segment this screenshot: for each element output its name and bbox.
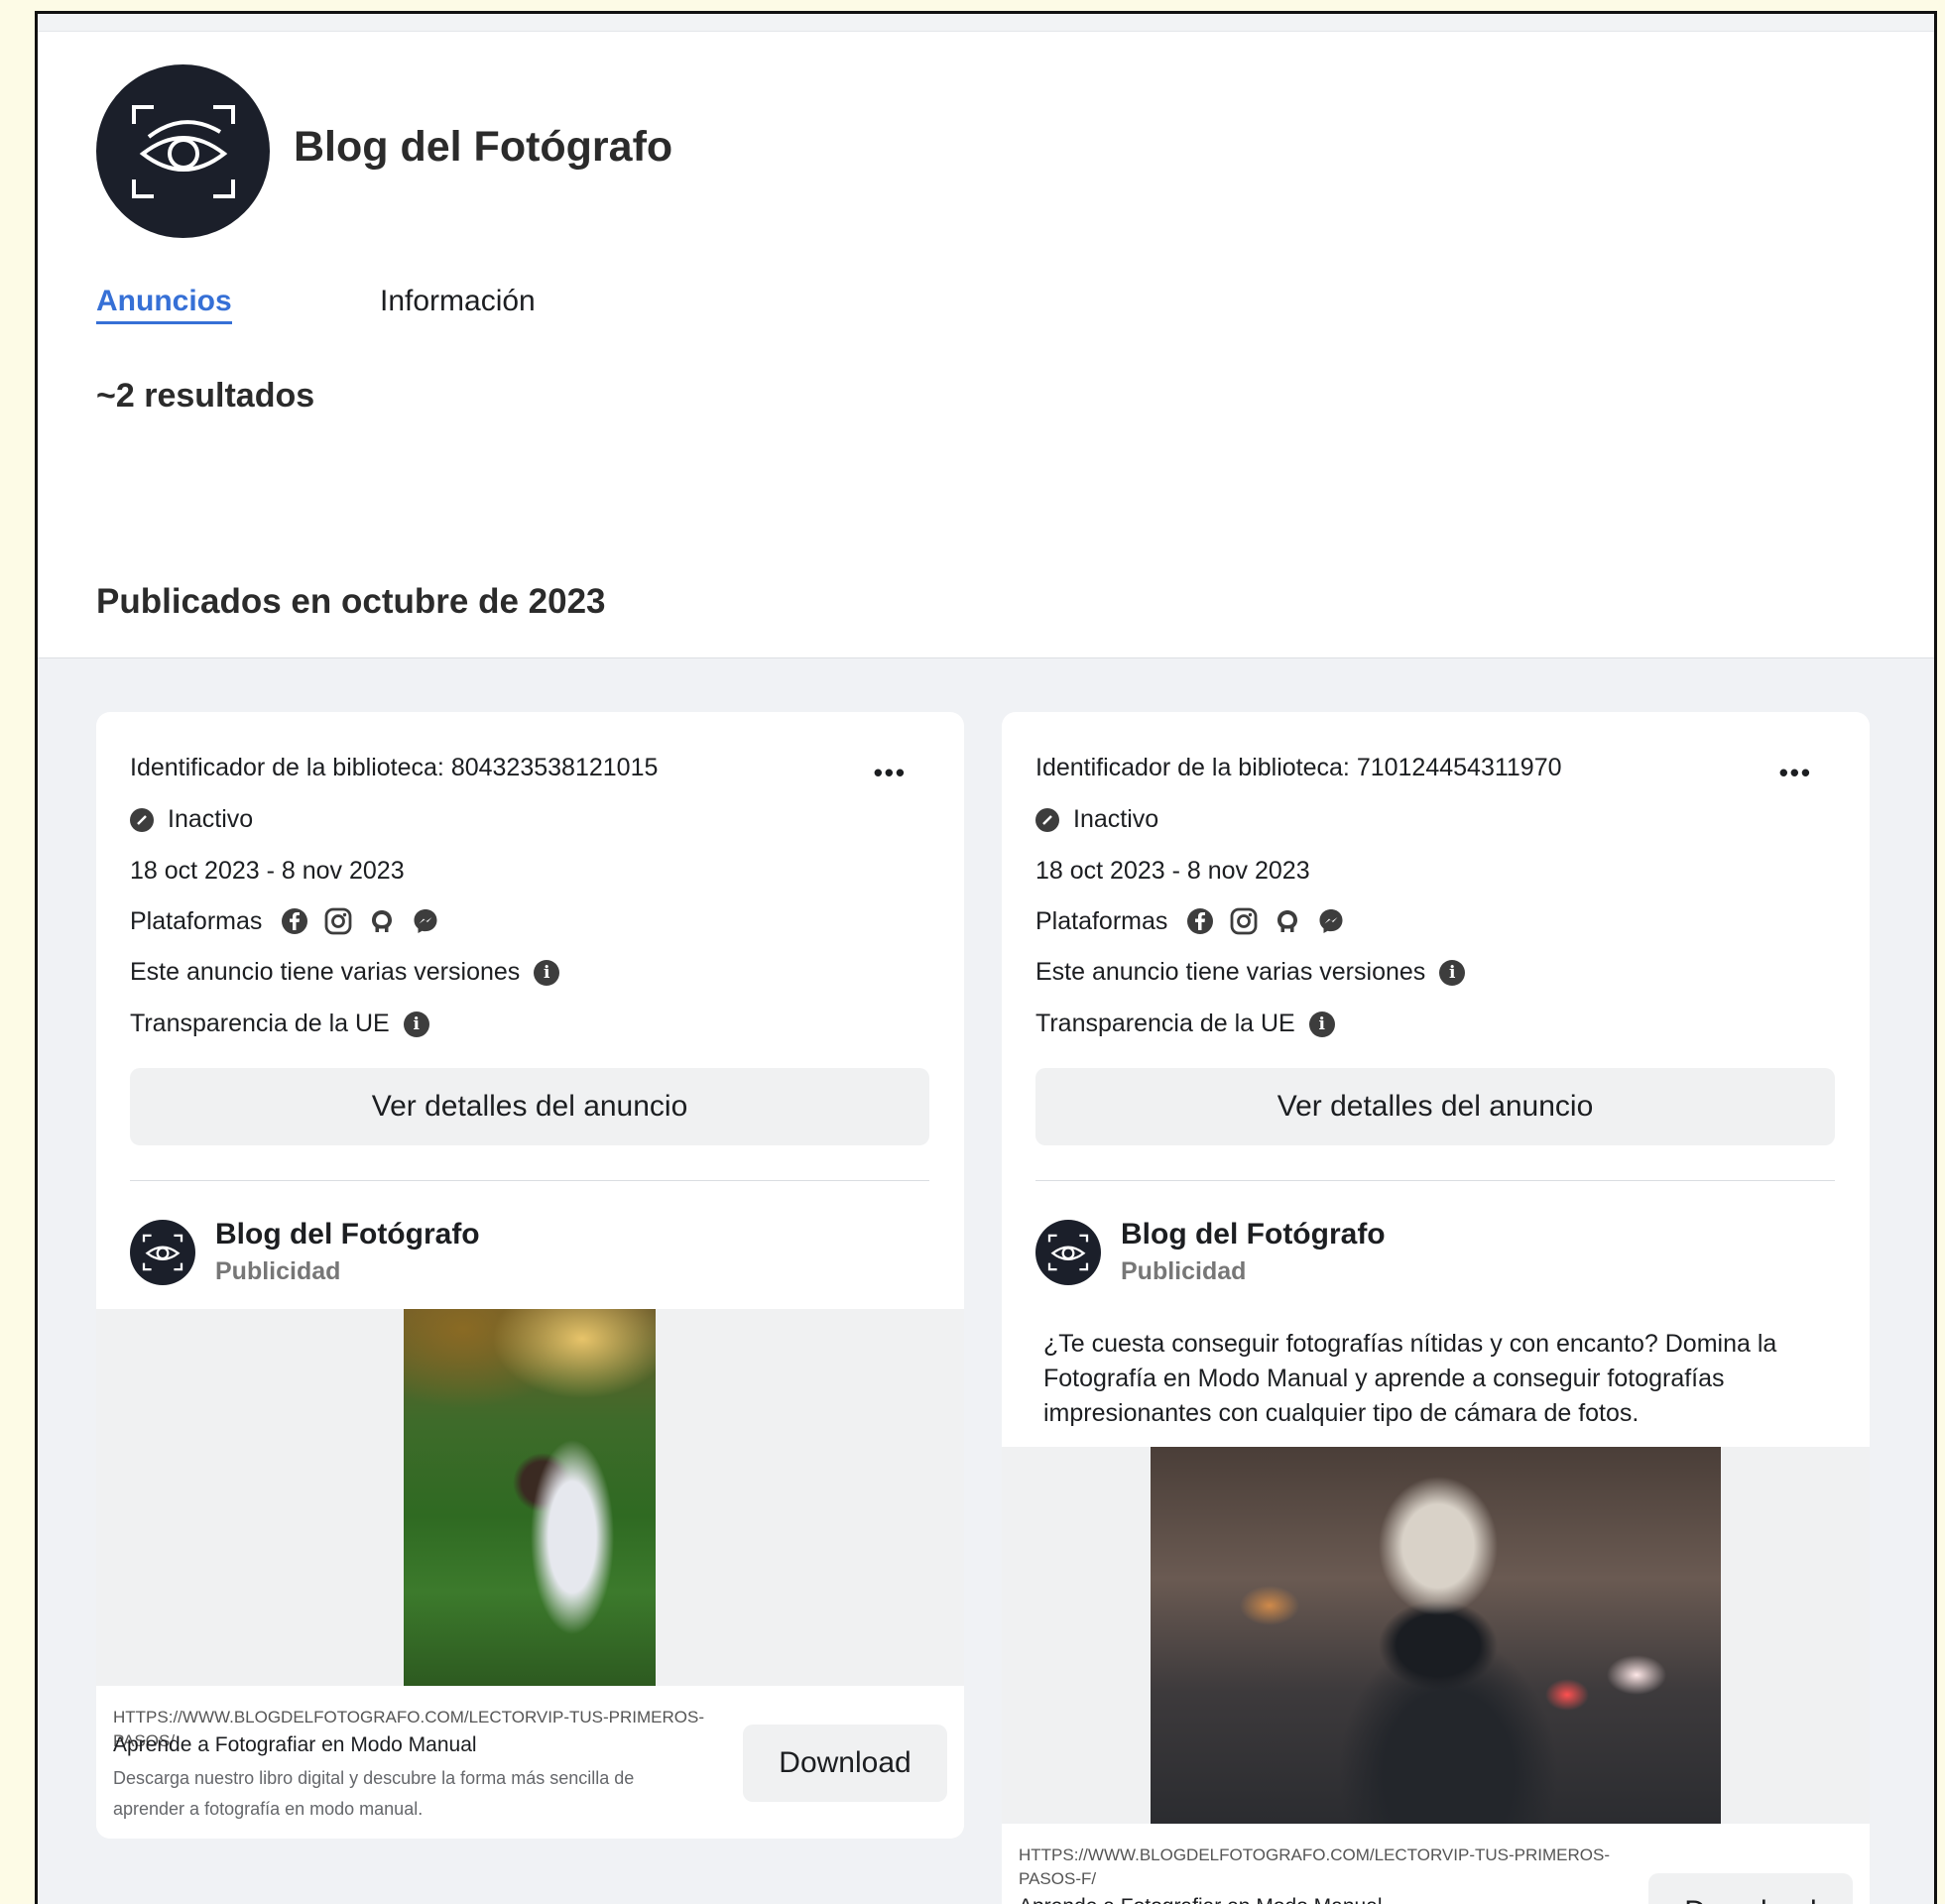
transparency-row: Transparencia de la UE i — [1035, 1010, 1335, 1038]
library-id: Identificador de la biblioteca: 80432353… — [130, 754, 659, 781]
instagram-icon — [324, 907, 352, 935]
ad-card: Identificador de la biblioteca: 71012445… — [1002, 712, 1870, 1904]
advertiser-avatar[interactable] — [130, 1220, 195, 1285]
page-avatar[interactable] — [96, 64, 270, 238]
download-button[interactable]: Download — [743, 1725, 947, 1802]
audience-network-icon — [372, 910, 393, 932]
divider — [130, 1180, 929, 1181]
inactive-icon — [130, 807, 154, 832]
versions-label: Este anuncio tiene varias versiones — [1035, 958, 1426, 986]
link-url: HTTPS://WWW.BLOGDELFOTOGRAFO.COM/LECTORV… — [1019, 1845, 1610, 1888]
ad-media[interactable] — [1002, 1447, 1870, 1824]
status-text: Inactivo — [1073, 805, 1159, 833]
status-row: Inactivo — [130, 805, 253, 834]
platforms-label: Plataformas — [1035, 906, 1168, 935]
library-id: Identificador de la biblioteca: 71012445… — [1035, 754, 1562, 781]
ad-card: Identificador de la biblioteca: 80432353… — [96, 712, 964, 1839]
inactive-icon — [1035, 807, 1059, 832]
eye-logo-icon — [142, 1234, 183, 1271]
info-icon[interactable]: i — [534, 959, 560, 986]
ad-library-page: Blog del Fotógrafo Anuncios Información … — [35, 11, 1937, 1904]
date-range: 18 oct 2023 - 8 nov 2023 — [1035, 857, 1310, 885]
page-title: Blog del Fotógrafo — [294, 123, 673, 171]
link-title: Aprende a Fotografiar en Modo Manual — [113, 1733, 477, 1756]
ad-details-button[interactable]: Ver detalles del anuncio — [1035, 1068, 1835, 1145]
more-options-button[interactable]: ••• — [874, 758, 907, 788]
status-row: Inactivo — [1035, 805, 1158, 834]
versions-row: Este anuncio tiene varias versiones i — [130, 958, 560, 987]
messenger-icon — [1319, 909, 1343, 933]
sponsored-label: Publicidad — [215, 1257, 341, 1285]
advertiser-name[interactable]: Blog del Fotógrafo — [215, 1218, 480, 1251]
divider — [1035, 1180, 1835, 1181]
audience-network-icon — [1277, 910, 1298, 932]
date-range: 18 oct 2023 - 8 nov 2023 — [130, 857, 405, 885]
tab-anuncios[interactable]: Anuncios — [96, 285, 232, 324]
sponsored-label: Publicidad — [1121, 1257, 1247, 1285]
ad-image — [1151, 1447, 1721, 1824]
page-header: Blog del Fotógrafo Anuncios Información … — [38, 32, 1934, 658]
advertiser-avatar[interactable] — [1035, 1220, 1101, 1285]
ad-link-block[interactable]: HTTPS://WWW.BLOGDELFOTOGRAFO.COM/LECTORV… — [96, 1686, 964, 1839]
link-title: Aprende a Fotografiar en Modo Manual — [1019, 1895, 1383, 1904]
ad-media[interactable] — [96, 1309, 964, 1686]
results-count: ~2 resultados — [96, 377, 315, 415]
eye-logo-icon — [1047, 1234, 1089, 1271]
eye-logo-icon — [131, 104, 235, 198]
versions-label: Este anuncio tiene varias versiones — [130, 958, 521, 986]
link-description: Descarga nuestro libro digital y descubr… — [113, 1768, 635, 1819]
ad-body-text: ¿Te cuesta conseguir fotografías nítidas… — [1043, 1330, 1777, 1427]
platforms-row: Plataformas — [1035, 906, 1346, 936]
top-strip — [38, 14, 1934, 32]
ad-link-block[interactable]: HTTPS://WWW.BLOGDELFOTOGRAFO.COM/LECTORV… — [1002, 1824, 1870, 1904]
advertiser-name[interactable]: Blog del Fotógrafo — [1121, 1218, 1386, 1251]
messenger-icon — [414, 909, 437, 933]
info-icon[interactable]: i — [1308, 1011, 1335, 1037]
status-text: Inactivo — [168, 805, 254, 833]
download-button[interactable]: Download — [1648, 1873, 1853, 1904]
platforms-label: Plataformas — [130, 906, 263, 935]
versions-row: Este anuncio tiene varias versiones i — [1035, 958, 1466, 987]
facebook-icon — [282, 908, 308, 934]
transparency-label: Transparencia de la UE — [1035, 1010, 1295, 1037]
info-icon[interactable]: i — [403, 1011, 429, 1037]
info-icon[interactable]: i — [1439, 959, 1466, 986]
tab-informacion[interactable]: Información — [380, 285, 536, 318]
platforms-row: Plataformas — [130, 906, 440, 936]
transparency-row: Transparencia de la UE i — [130, 1010, 429, 1038]
instagram-icon — [1230, 907, 1258, 935]
more-options-button[interactable]: ••• — [1779, 758, 1812, 788]
ad-image — [404, 1309, 656, 1686]
transparency-label: Transparencia de la UE — [130, 1010, 390, 1037]
facebook-icon — [1187, 908, 1214, 934]
section-title: Publicados en octubre de 2023 — [96, 582, 606, 621]
ad-details-button[interactable]: Ver detalles del anuncio — [130, 1068, 929, 1145]
